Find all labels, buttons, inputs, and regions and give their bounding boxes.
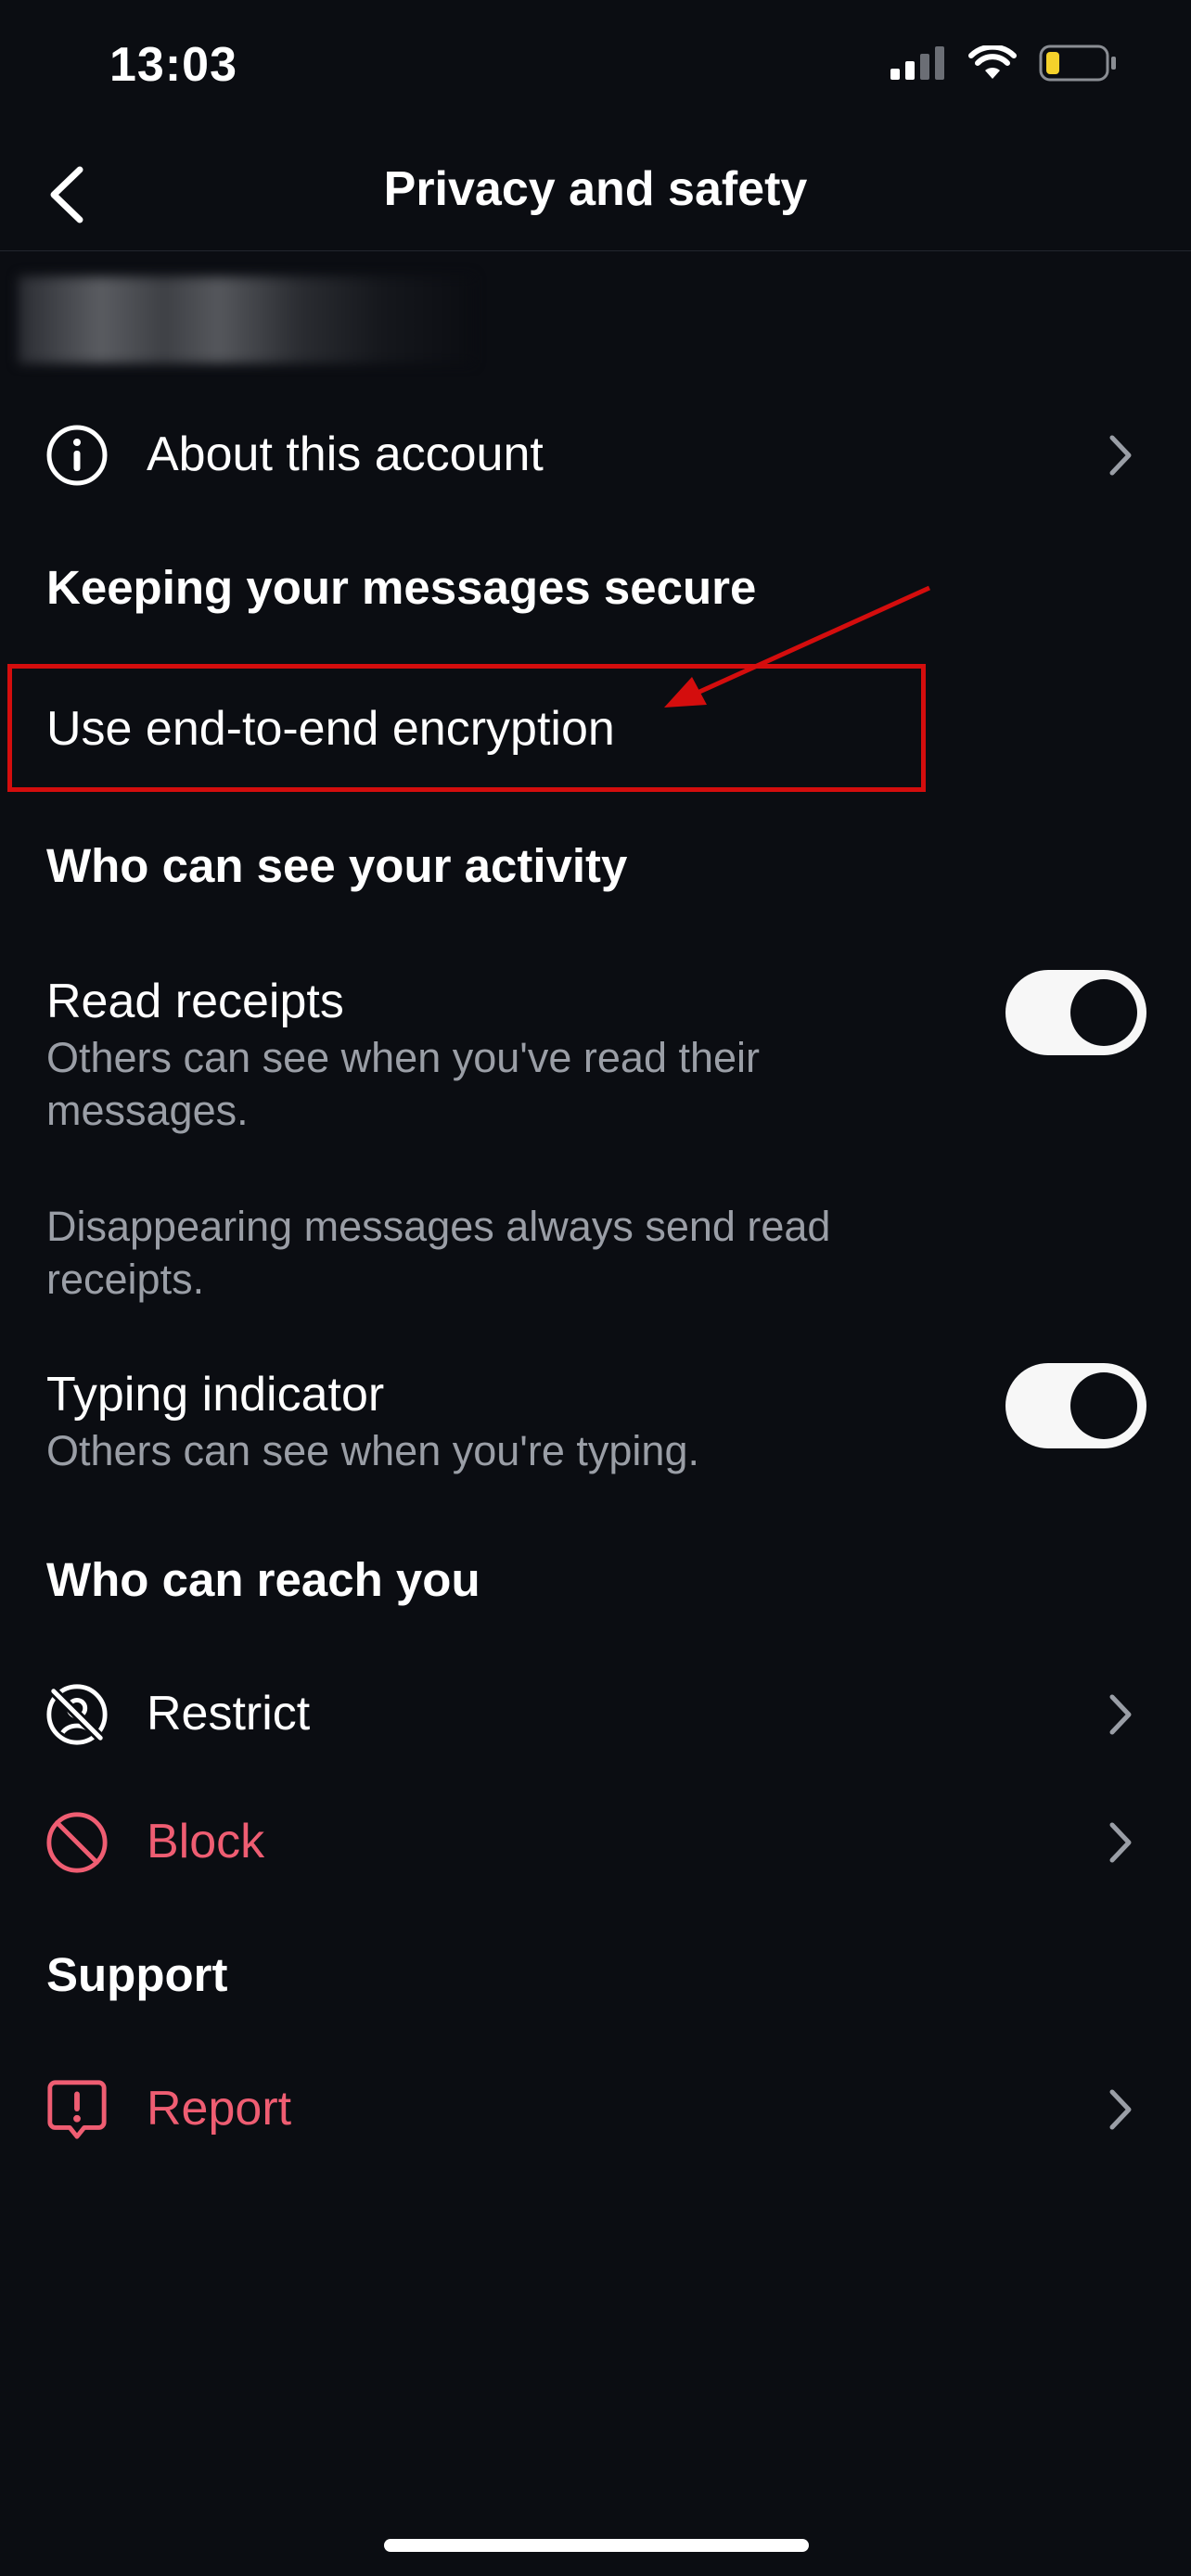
typing-indicator-label: Typing indicator	[46, 1368, 385, 1422]
toggle-knob	[1070, 979, 1137, 1046]
section-heading-activity: Who can see your activity	[46, 839, 628, 892]
disappearing-messages-note: Disappearing messages always send read r…	[46, 1203, 831, 1303]
report-row[interactable]: Report	[0, 2068, 1191, 2151]
about-account-row[interactable]: About this account	[0, 414, 1191, 497]
cellular-signal-icon	[890, 46, 944, 80]
toggle-knob	[1070, 1372, 1137, 1439]
status-time: 13:03	[109, 38, 237, 92]
section-heading-support: Support	[46, 1948, 228, 2001]
annotation-highlight-box	[7, 664, 926, 792]
chevron-right-icon	[1102, 1687, 1139, 1742]
battery-icon	[1039, 45, 1116, 82]
report-label: Report	[147, 2082, 292, 2136]
typing-indicator-description: Others can see when you're typing.	[46, 1427, 699, 1474]
status-bar: 13:03	[0, 0, 1191, 130]
read-receipts-toggle[interactable]	[1005, 970, 1146, 1055]
report-icon	[45, 2077, 109, 2142]
chevron-right-icon	[1102, 1815, 1139, 1870]
restrict-icon	[45, 1682, 109, 1747]
info-icon	[45, 423, 109, 488]
read-receipts-label: Read receipts	[46, 975, 344, 1028]
typing-indicator-toggle[interactable]	[1005, 1363, 1146, 1448]
navigation-bar: Privacy and safety	[0, 139, 1191, 251]
chevron-right-icon	[1102, 427, 1139, 483]
redacted-account-name	[19, 276, 473, 363]
block-icon	[45, 1810, 109, 1875]
block-label: Block	[147, 1815, 265, 1868]
chevron-right-icon	[1102, 2082, 1139, 2137]
home-indicator[interactable]	[384, 2539, 809, 2552]
restrict-row[interactable]: Restrict	[0, 1673, 1191, 1756]
restrict-label: Restrict	[147, 1687, 311, 1741]
about-account-label: About this account	[147, 427, 544, 481]
section-heading-messages-secure: Keeping your messages secure	[46, 561, 757, 614]
status-icons	[890, 45, 1117, 82]
section-heading-reach: Who can reach you	[46, 1553, 480, 1606]
block-row[interactable]: Block	[0, 1801, 1191, 1884]
wifi-icon	[968, 45, 1017, 79]
page-title: Privacy and safety	[383, 162, 808, 216]
read-receipts-description: Others can see when you've read their me…	[46, 1034, 761, 1134]
